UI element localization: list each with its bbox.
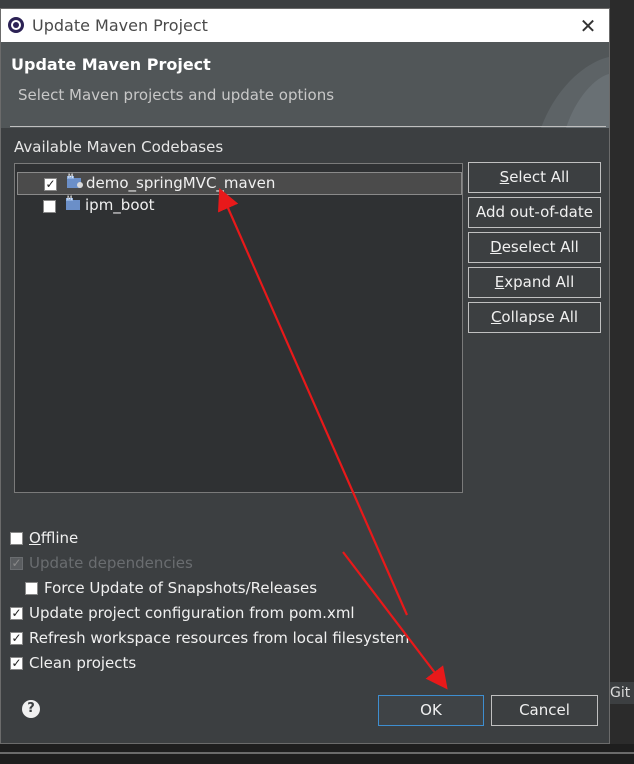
help-icon[interactable]: ? (22, 700, 40, 718)
checkbox-box[interactable]: ✓ (10, 607, 23, 620)
maven-project-icon: M (67, 173, 83, 188)
svg-text:M: M (67, 195, 72, 202)
header-separator (10, 126, 606, 127)
tree-item-checkbox[interactable]: ✓ (44, 178, 57, 191)
close-button[interactable]: ✕ (574, 12, 602, 40)
tree-item-label: demo_springMVC_maven (86, 174, 276, 192)
title-bar: Update Maven Project ✕ (1, 9, 609, 42)
dialog-subtitle: Select Maven projects and update options (18, 86, 335, 104)
checkbox-box[interactable]: ✓ (10, 657, 23, 670)
checkbox-box[interactable]: ✓ (10, 632, 23, 645)
expand-all-button[interactable]: Expand All (468, 267, 601, 298)
background-bottom-area (0, 744, 634, 764)
checkbox-box: ✓ (10, 556, 23, 570)
tree-item-checkbox[interactable] (43, 200, 56, 213)
add-out-of-date-button[interactable]: Add out-of-date (468, 197, 601, 228)
dialog-heading: Update Maven Project (11, 55, 211, 74)
select-all-button[interactable]: Select All (468, 162, 601, 193)
cancel-button[interactable]: Cancel (491, 695, 598, 726)
update-maven-project-dialog: Update Maven Project ✕ Update Maven Proj… (0, 8, 610, 744)
background-ide-area: Git S (610, 0, 634, 764)
background-tab-fragment: Git S (610, 682, 634, 704)
close-icon: ✕ (579, 14, 597, 38)
checkbox-box[interactable] (25, 582, 38, 595)
codebases-tree[interactable]: ✓ M demo_springMVC_maven M ipm_boot (14, 163, 463, 493)
svg-text:M: M (68, 173, 73, 180)
dialog-banner: Update Maven Project Select Maven projec… (1, 42, 609, 128)
window-title: Update Maven Project (32, 16, 208, 35)
background-divider (0, 752, 634, 754)
tree-item-demo-springmvc-maven[interactable]: ✓ M demo_springMVC_maven (17, 172, 462, 195)
project-folder-icon: M (66, 195, 80, 210)
eclipse-icon (8, 17, 24, 33)
codebases-label: Available Maven Codebases (14, 138, 224, 156)
deselect-all-button[interactable]: Deselect All (468, 232, 601, 263)
checkbox-box[interactable] (10, 532, 23, 545)
ok-button[interactable]: OK (378, 695, 484, 726)
tree-item-ipm-boot[interactable]: M ipm_boot (17, 195, 462, 218)
collapse-all-button[interactable]: Collapse All (468, 302, 601, 333)
tree-item-label: ipm_boot (85, 196, 155, 214)
